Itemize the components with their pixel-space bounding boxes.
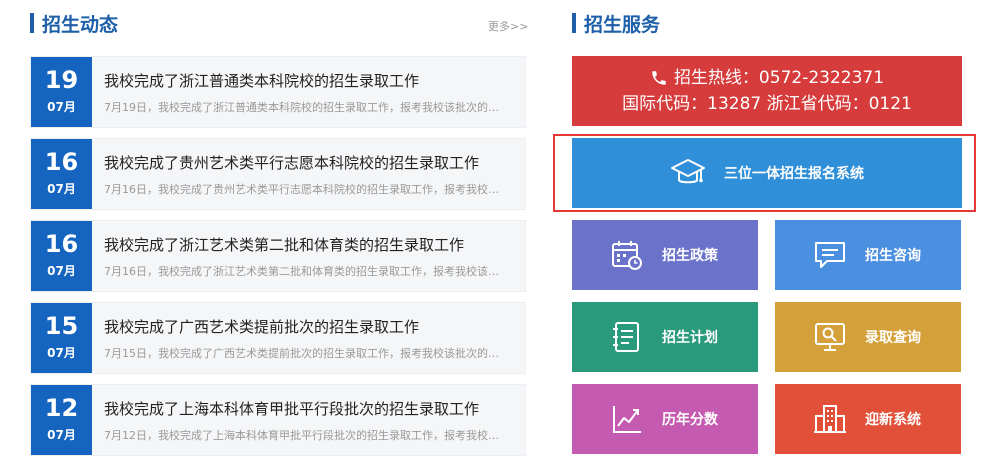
news-item[interactable]: 16 07月 我校完成了贵州艺术类平行志愿本科院校的招生录取工作 7月16日，我… [30, 138, 526, 210]
phone-icon [652, 71, 666, 85]
tile-label: 招生咨询 [865, 248, 921, 264]
news-summary: 7月15日，我校完成了广西艺术类提前批次的招生录取工作，报考我校该批次的考... [104, 347, 508, 360]
tile-admission-policy[interactable]: 招生政策 [572, 220, 758, 290]
registration-system-label: 三位一体招生报名系统 [724, 166, 864, 182]
tile-welcome-system[interactable]: 迎新系统 [775, 384, 961, 454]
tile-label: 迎新系统 [865, 412, 921, 428]
news-summary: 7月16日，我校完成了浙江艺术类第二批和体育类的招生录取工作，报考我校该批... [104, 265, 508, 278]
date-badge: 16 07月 [31, 139, 92, 209]
title-accent-bar [30, 13, 34, 33]
date-month: 07月 [47, 428, 76, 442]
news-summary: 7月19日，我校完成了浙江普通类本科院校的招生录取工作，报考我校该批次的考... [104, 101, 508, 114]
date-month: 07月 [47, 346, 76, 360]
tile-admission-plan[interactable]: 招生计划 [572, 302, 758, 372]
date-month: 07月 [47, 100, 76, 114]
date-day: 16 [44, 230, 79, 258]
more-link[interactable]: 更多>> [488, 18, 528, 34]
title-accent-bar [572, 13, 576, 33]
news-title-link[interactable]: 我校完成了贵州艺术类平行志愿本科院校的招生录取工作 [104, 152, 508, 173]
date-day: 16 [44, 148, 79, 176]
date-day: 12 [44, 394, 79, 422]
registration-system-button[interactable]: 三位一体招生报名系统 [572, 138, 962, 208]
chart-icon [613, 406, 641, 433]
news-title-link[interactable]: 我校完成了广西艺术类提前批次的招生录取工作 [104, 316, 508, 337]
news-item[interactable]: 19 07月 我校完成了浙江普通类本科院校的招生录取工作 7月19日，我校完成了… [30, 56, 526, 128]
date-month: 07月 [47, 182, 76, 196]
news-item[interactable]: 16 07月 我校完成了浙江艺术类第二批和体育类的招生录取工作 7月16日，我校… [30, 220, 526, 292]
news-title-link[interactable]: 我校完成了上海本科体育甲批平行段批次的招生录取工作 [104, 398, 508, 419]
hotline-number: 招生热线：0572-2322371 [673, 68, 885, 88]
chat-icon [815, 242, 845, 268]
date-badge: 15 07月 [31, 303, 92, 373]
tile-past-scores[interactable]: 历年分数 [572, 384, 758, 454]
news-section-title: 招生动态 [30, 12, 119, 36]
date-badge: 19 07月 [31, 57, 92, 127]
search-monitor-icon [815, 323, 845, 351]
news-item[interactable]: 12 07月 我校完成了上海本科体育甲批平行段批次的招生录取工作 7月12日，我… [30, 384, 526, 456]
news-summary: 7月16日，我校完成了贵州艺术类平行志愿本科院校的招生录取工作，报考我校该... [104, 183, 508, 196]
tile-label: 录取查询 [865, 330, 921, 346]
date-badge: 12 07月 [31, 385, 92, 455]
date-day: 19 [44, 66, 79, 94]
tile-label: 历年分数 [662, 412, 718, 428]
hotline-banner: 招生热线：0572-2322371 国际代码：13287 浙江省代码：0121 [572, 56, 962, 126]
hotline-codes: 国际代码：13287 浙江省代码：0121 [622, 94, 912, 114]
tile-admission-query[interactable]: 录取查询 [775, 302, 961, 372]
building-icon [814, 405, 846, 433]
date-badge: 16 07月 [31, 221, 92, 291]
calendar-icon [612, 241, 642, 270]
news-item[interactable]: 15 07月 我校完成了广西艺术类提前批次的招生录取工作 7月15日，我校完成了… [30, 302, 526, 374]
date-month: 07月 [47, 264, 76, 278]
graduation-cap-icon [671, 159, 705, 184]
news-title-link[interactable]: 我校完成了浙江艺术类第二批和体育类的招生录取工作 [104, 234, 508, 255]
list-icon [613, 322, 639, 352]
news-title-link[interactable]: 我校完成了浙江普通类本科院校的招生录取工作 [104, 70, 508, 91]
service-title: 招生服务 [584, 13, 661, 36]
service-section-title: 招生服务 [572, 12, 661, 36]
tile-admission-consult[interactable]: 招生咨询 [775, 220, 961, 290]
tile-label: 招生计划 [662, 330, 718, 346]
tile-label: 招生政策 [662, 248, 718, 264]
page: 招生动态 更多>> 19 07月 我校完成了浙江普通类本科院校的招生录取工作 7… [0, 0, 1000, 474]
news-title: 招生动态 [42, 13, 119, 36]
date-day: 15 [44, 312, 79, 340]
news-summary: 7月12日，我校完成了上海本科体育甲批平行段批次的招生录取工作，报考我校该... [104, 429, 508, 442]
